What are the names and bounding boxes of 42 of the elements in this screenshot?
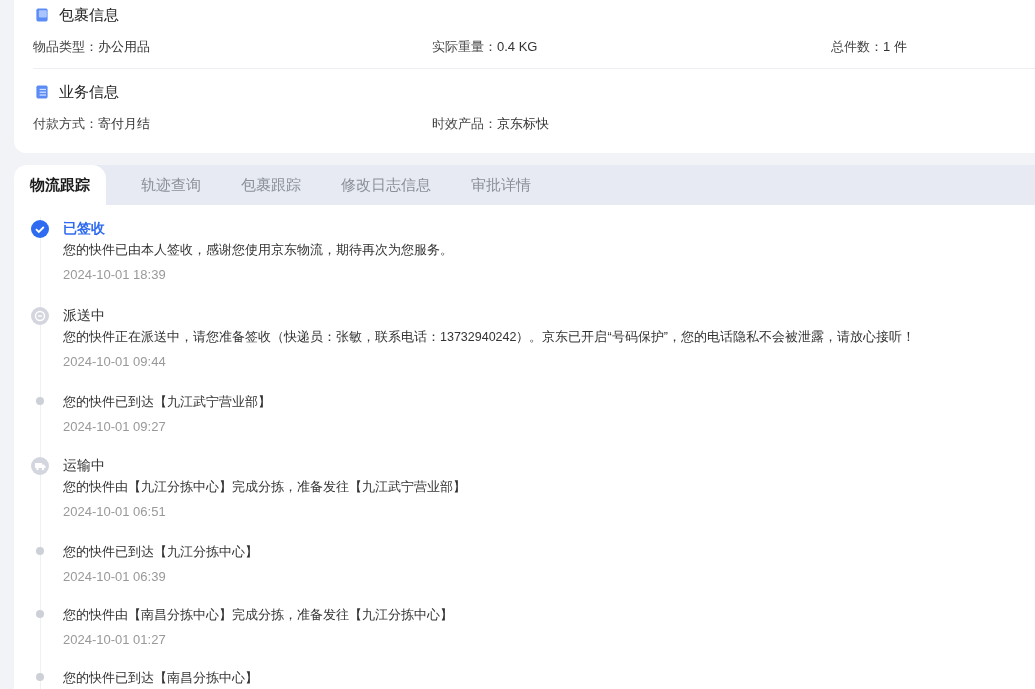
field-label: 总件数： [831, 39, 883, 54]
field-label: 实际重量： [432, 39, 497, 54]
event-description: 您的快件已到达【南昌分拣中心】 [63, 670, 258, 687]
event-time: 2024-10-01 18:39 [63, 266, 167, 284]
tab[interactable]: 包裹跟踪 [222, 165, 320, 205]
field-label: 时效产品： [432, 116, 497, 131]
section-title: 业务信息 [59, 82, 119, 102]
event-title: 运输中 [63, 456, 106, 475]
event-description: 您的快件已到达【九江武宁营业部】 [63, 394, 271, 411]
event-time: 2024-10-01 09:27 [63, 418, 167, 436]
field-value: 京东标快 [497, 116, 549, 131]
tab[interactable]: 修改日志信息 [322, 165, 450, 205]
timeline-dot [36, 547, 44, 555]
event-time: 2024-10-01 09:44 [63, 353, 167, 371]
document-icon [34, 84, 50, 100]
event-description: 您的快件已由本人签收，感谢您使用京东物流，期待再次为您服务。 [63, 242, 453, 259]
truck-icon [30, 456, 50, 476]
field-value: 办公用品 [98, 39, 150, 54]
check-icon [30, 219, 50, 239]
event-title: 已签收 [63, 219, 106, 238]
event-description: 您的快件正在派送中，请您准备签收（快递员：张敏，联系电话：13732940242）。京东已开启“号码保护”，您的电话隐私不会被泄露，请放心接听！ [63, 329, 915, 346]
tab[interactable]: 物流跟踪 [14, 165, 106, 205]
event-description: 您的快件由【九江分拣中心】完成分拣，准备发往【九江武宁营业部】 [63, 479, 466, 496]
field-label: 物品类型： [33, 39, 98, 54]
timeline-dot [36, 673, 44, 681]
section-title: 包裹信息 [59, 5, 119, 25]
event-time: 2024-10-01 01:27 [63, 631, 167, 649]
event-time: 2024-10-01 06:39 [63, 568, 167, 586]
field-value: 1 件 [883, 39, 907, 54]
event-description: 您的快件已到达【九江分拣中心】 [63, 544, 258, 561]
field-value: 寄付月结 [98, 116, 150, 131]
tab[interactable]: 审批详情 [452, 165, 550, 205]
field-label: 付款方式： [33, 116, 98, 131]
event-time: 2024-10-01 06:51 [63, 503, 167, 521]
event-description: 您的快件由【南昌分拣中心】完成分拣，准备发往【九江分拣中心】 [63, 607, 453, 624]
timeline-dot [36, 397, 44, 405]
tab[interactable]: 轨迹查询 [122, 165, 220, 205]
delivery-icon [30, 306, 50, 326]
field-value: 0.4 KG [497, 39, 538, 54]
event-title: 派送中 [63, 306, 106, 325]
box-icon [34, 7, 50, 23]
timeline-dot [36, 610, 44, 618]
